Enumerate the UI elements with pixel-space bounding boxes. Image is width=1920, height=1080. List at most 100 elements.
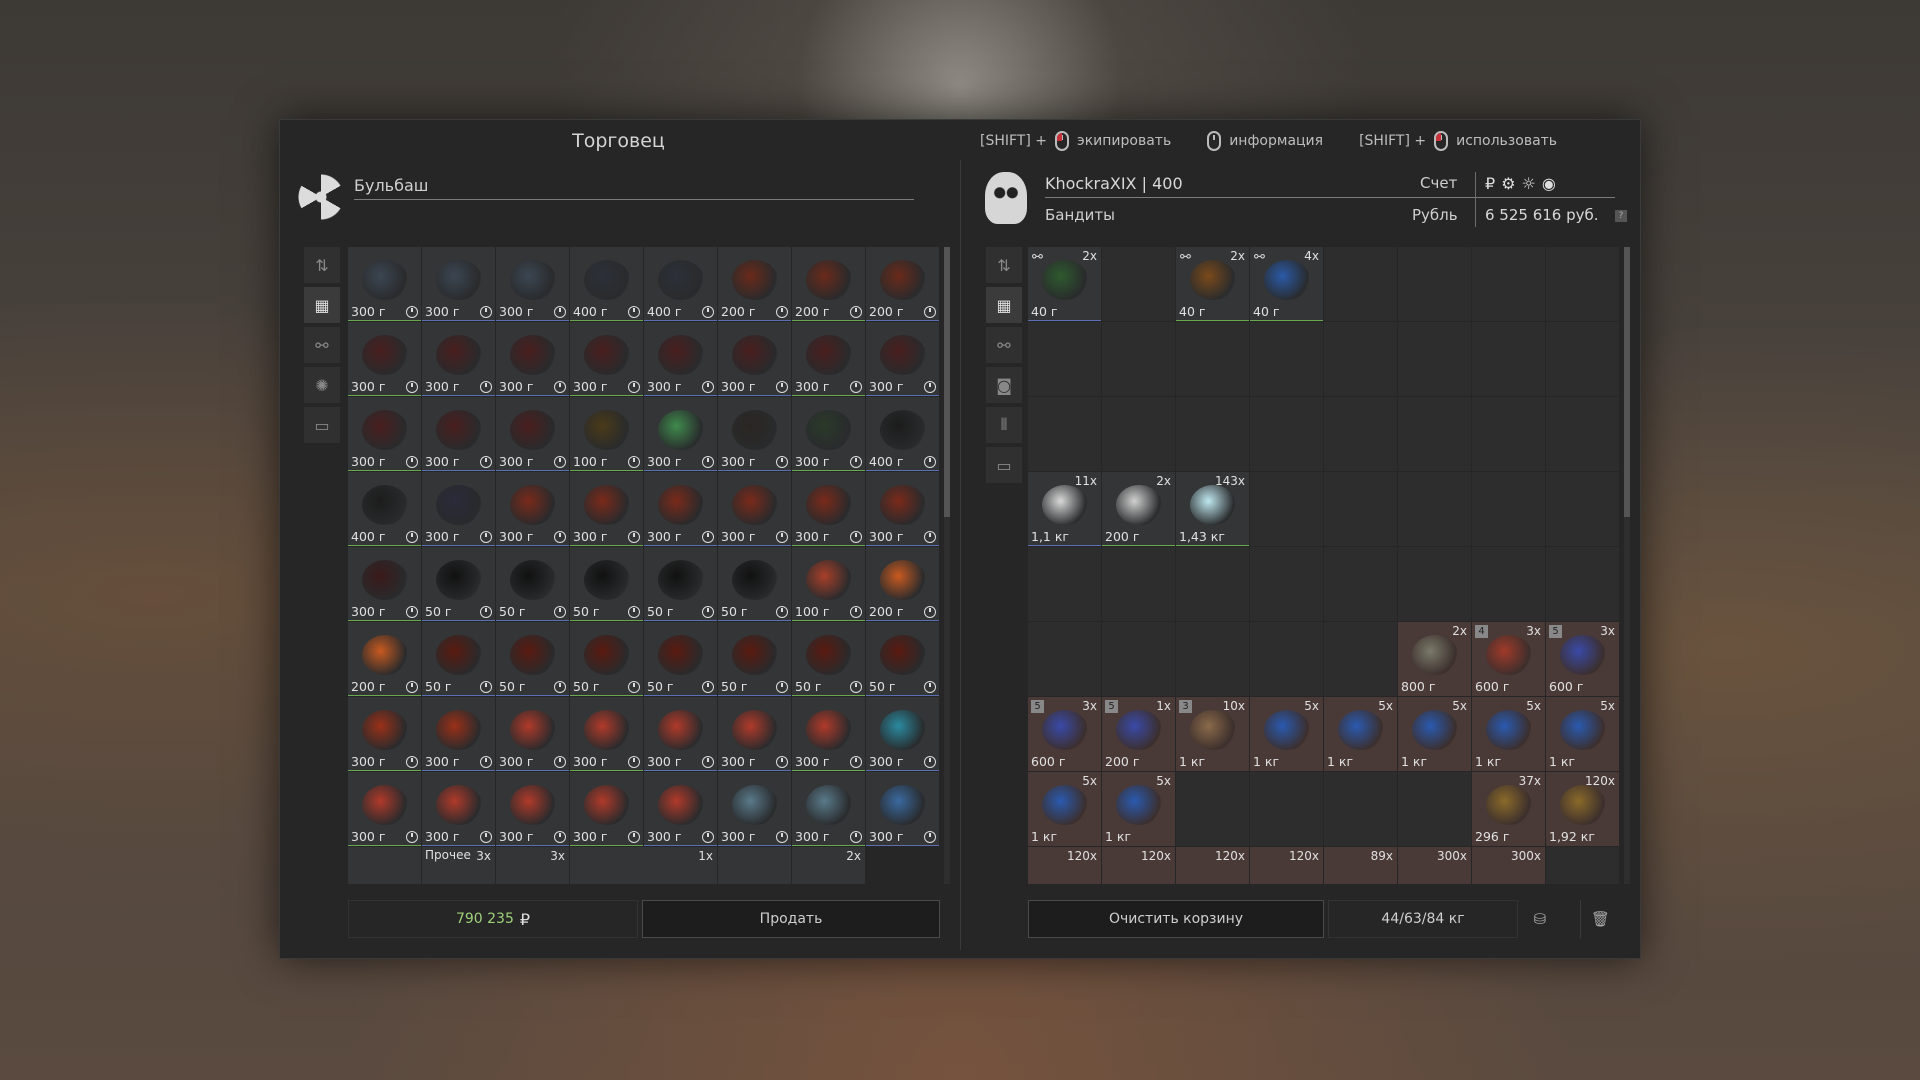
item-slot[interactable]: 300 г xyxy=(496,472,569,546)
empty-slot[interactable] xyxy=(1398,322,1471,396)
empty-slot[interactable] xyxy=(1472,322,1545,396)
item-slot[interactable]: 50 г xyxy=(718,622,791,696)
item-slot[interactable]: 300 г xyxy=(718,397,791,471)
item-slot[interactable]: 300 г xyxy=(866,697,939,771)
item-slot[interactable]: 89x xyxy=(1324,847,1397,884)
grid-icon[interactable]: ▦ xyxy=(304,287,340,323)
empty-slot[interactable] xyxy=(1546,322,1619,396)
item-slot[interactable] xyxy=(348,847,421,884)
ammo-icon[interactable]: ⦀ xyxy=(986,407,1022,443)
item-slot[interactable]: 50 г xyxy=(422,622,495,696)
link-icon[interactable]: ⚯ xyxy=(304,327,340,363)
item-slot[interactable]: 2x 800 г xyxy=(1398,622,1471,696)
item-slot[interactable]: 3x xyxy=(496,847,569,884)
item-slot[interactable]: 300 г xyxy=(422,472,495,546)
item-slot[interactable]: 300 г xyxy=(348,772,421,846)
item-slot[interactable]: 10x 3 1 кг xyxy=(1176,697,1249,771)
item-slot[interactable]: 5x 1 кг xyxy=(1546,697,1619,771)
item-slot[interactable]: 300 г xyxy=(422,322,495,396)
item-slot[interactable]: 143x 1,43 кг xyxy=(1176,472,1249,546)
gear-currency-icon[interactable]: ⚙ xyxy=(1501,174,1515,193)
item-slot[interactable]: 5x 1 кг xyxy=(1250,697,1323,771)
item-slot[interactable]: 300 г xyxy=(792,322,865,396)
empty-slot[interactable] xyxy=(1324,547,1397,621)
empty-slot[interactable] xyxy=(1102,247,1175,321)
empty-slot[interactable] xyxy=(1250,622,1323,696)
item-slot[interactable]: 120x xyxy=(1028,847,1101,884)
empty-slot[interactable] xyxy=(1102,622,1175,696)
item-slot[interactable]: 400 г xyxy=(866,397,939,471)
player-scrollbar[interactable] xyxy=(1624,247,1630,884)
item-slot[interactable]: 120x xyxy=(1176,847,1249,884)
grid-icon[interactable]: ▦ xyxy=(986,287,1022,323)
item-slot[interactable]: 2x 200 г xyxy=(1102,472,1175,546)
item-slot[interactable]: 300 г xyxy=(570,697,643,771)
empty-slot[interactable] xyxy=(1176,547,1249,621)
box-icon[interactable]: ▭ xyxy=(986,447,1022,483)
empty-slot[interactable] xyxy=(1398,247,1471,321)
item-slot[interactable] xyxy=(718,847,791,884)
item-slot[interactable]: 300 г xyxy=(348,322,421,396)
item-slot[interactable]: 300 г xyxy=(792,472,865,546)
item-slot[interactable]: 3x 5 600 г xyxy=(1028,697,1101,771)
empty-slot[interactable] xyxy=(1028,622,1101,696)
item-slot[interactable]: 300 г xyxy=(644,397,717,471)
item-slot[interactable]: 120x xyxy=(1102,847,1175,884)
item-slot[interactable]: 50 г xyxy=(496,622,569,696)
item-slot[interactable]: 50 г xyxy=(422,547,495,621)
empty-slot[interactable] xyxy=(1472,472,1545,546)
item-slot[interactable]: 300 г xyxy=(496,322,569,396)
item-slot[interactable]: 300 г xyxy=(718,472,791,546)
item-slot[interactable]: 200 г xyxy=(866,547,939,621)
camera-icon[interactable]: ◙ xyxy=(986,367,1022,403)
empty-slot[interactable] xyxy=(1546,472,1619,546)
item-slot[interactable]: Прочее 3x xyxy=(422,847,495,884)
item-slot[interactable]: 5x 1 кг xyxy=(1028,772,1101,846)
item-slot[interactable]: 50 г xyxy=(718,547,791,621)
item-slot[interactable]: 300 г xyxy=(496,247,569,321)
item-slot[interactable]: 300 г xyxy=(422,397,495,471)
empty-slot[interactable] xyxy=(1028,322,1101,396)
empty-slot[interactable] xyxy=(1250,547,1323,621)
item-slot[interactable]: 300 г xyxy=(644,772,717,846)
empty-slot[interactable] xyxy=(1176,622,1249,696)
item-slot[interactable]: 2x ⚯ 40 г xyxy=(1176,247,1249,321)
item-slot[interactable]: 5x 1 кг xyxy=(1324,697,1397,771)
empty-slot[interactable] xyxy=(1324,397,1397,471)
sell-button[interactable]: Продать xyxy=(642,900,940,938)
item-slot[interactable]: 5x 1 кг xyxy=(1102,772,1175,846)
empty-slot[interactable] xyxy=(1398,547,1471,621)
item-slot[interactable]: 300 г xyxy=(422,772,495,846)
item-slot[interactable]: 300 г xyxy=(792,772,865,846)
badge-currency-icon[interactable]: ☼ xyxy=(1522,174,1536,193)
empty-slot[interactable] xyxy=(1546,547,1619,621)
item-slot[interactable]: 2x ⚯ 40 г xyxy=(1028,247,1101,321)
item-slot[interactable]: 400 г xyxy=(348,472,421,546)
item-slot[interactable]: 300 г xyxy=(718,772,791,846)
empty-slot[interactable] xyxy=(1250,472,1323,546)
item-slot[interactable]: 300 г xyxy=(866,322,939,396)
item-slot[interactable]: 300 г xyxy=(422,247,495,321)
item-slot[interactable]: 4x ⚯ 40 г xyxy=(1250,247,1323,321)
item-slot[interactable]: 300 г xyxy=(792,397,865,471)
item-slot[interactable]: 300 г xyxy=(644,472,717,546)
item-slot[interactable]: 300 г xyxy=(718,322,791,396)
empty-slot[interactable] xyxy=(1028,547,1101,621)
empty-slot[interactable] xyxy=(1250,322,1323,396)
empty-slot[interactable] xyxy=(1102,547,1175,621)
item-slot[interactable]: 300 г xyxy=(496,772,569,846)
artifact-icon[interactable]: ✺ xyxy=(304,367,340,403)
item-slot[interactable]: 300 г xyxy=(570,772,643,846)
trash-icon[interactable]: 🗑 xyxy=(1580,900,1620,938)
item-slot[interactable]: 2x xyxy=(792,847,865,884)
item-slot[interactable]: 200 г xyxy=(718,247,791,321)
item-slot[interactable]: 400 г xyxy=(570,247,643,321)
item-slot[interactable]: 300 г xyxy=(348,397,421,471)
box-icon[interactable]: ▭ xyxy=(304,407,340,443)
item-slot[interactable]: 300 г xyxy=(496,697,569,771)
empty-slot[interactable] xyxy=(1176,322,1249,396)
item-slot[interactable]: 3x 4 600 г xyxy=(1472,622,1545,696)
empty-slot[interactable] xyxy=(1324,772,1397,846)
empty-slot[interactable] xyxy=(1324,247,1397,321)
item-slot[interactable]: 300 г xyxy=(644,322,717,396)
